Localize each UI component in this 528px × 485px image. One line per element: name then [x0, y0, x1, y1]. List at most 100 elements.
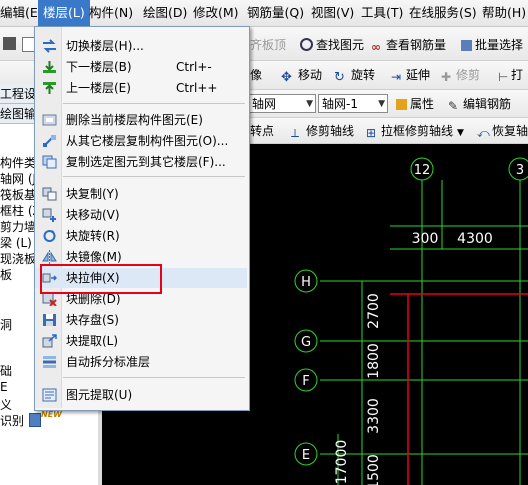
block-move-icon — [42, 208, 56, 222]
axis-label-g: G — [301, 335, 311, 350]
menu-item-copy-from-floor[interactable]: 从其它楼层复制构件图元(O)... — [35, 131, 247, 151]
floor-menu-dropdown: 切换楼层(H)... 下一楼层(B) Ctrl+- 上一楼层(E) Ctrl++… — [34, 26, 250, 411]
move-icon: ✥ — [281, 70, 292, 85]
tree-item-custom[interactable]: 义 — [0, 396, 12, 413]
delete-floor-elements-icon — [42, 114, 57, 126]
restore-axis-button[interactable]: ⤺ 恢复轴 — [477, 121, 528, 141]
tree-item-slab[interactable]: 板 — [0, 266, 12, 283]
chevron-down-icon: ▼ — [378, 99, 385, 109]
snap-point-button[interactable]: 转点 — [250, 121, 274, 141]
menu-component[interactable]: 构件(N) — [89, 0, 133, 26]
menu-item-copy-to-floor[interactable]: 复制选定图元到其它楼层(F)... — [35, 152, 247, 172]
menu-rebar-quantity[interactable]: 钢筋量(Q) — [247, 0, 304, 26]
trim-icon: ✚ — [441, 70, 452, 84]
axis-label-f: F — [302, 374, 309, 389]
find-element-button[interactable]: 查找图元 — [300, 35, 364, 55]
tree-item-foundation[interactable]: 础 — [0, 362, 12, 379]
edit-rebar-button[interactable]: ✎ 编辑钢筋 — [448, 94, 511, 114]
highlight-box — [40, 264, 162, 294]
menu-floor[interactable]: 楼层(L) — [38, 0, 90, 26]
tree-item-shear-wall[interactable]: 剪力墙 — [0, 218, 36, 235]
tree-item-e[interactable]: E — [0, 380, 8, 394]
box-trim-axis-button[interactable]: ⊞ 拉框修剪轴线 ▼ — [366, 121, 464, 141]
view-rebar-quantity-button[interactable]: ∞ 查看钢筋量 — [371, 35, 446, 55]
menu-separator — [63, 103, 245, 104]
block-delete-icon — [42, 292, 57, 306]
switch-floor-icon — [43, 39, 56, 53]
axis-label-3: 3 — [516, 163, 524, 178]
menu-bar: 编辑(E) 楼层(L) 构件(N) 绘图(D) 修改(M) 钢筋量(Q) 视图(… — [0, 0, 528, 27]
restore-icon: ⤺ — [477, 126, 490, 140]
binoculars-icon — [300, 38, 313, 51]
align-slab-top-button[interactable]: 齐板顶 — [250, 35, 286, 55]
stop-icon[interactable] — [3, 37, 16, 50]
tree-item-recognize[interactable]: 识别 — [0, 412, 24, 429]
trim-axis-icon: ⟂ — [291, 126, 300, 140]
dim-label-17000: 17000 — [334, 440, 350, 485]
menu-item-block-extract[interactable]: 块提取(L) — [35, 331, 247, 351]
extend-icon: ⇥ — [391, 70, 402, 84]
component-name-select[interactable]: 轴网-1 ▼ — [318, 94, 388, 113]
properties-button[interactable]: 属性 — [396, 94, 434, 114]
trim-axis-button[interactable]: ⟂ 修剪轴线 — [291, 121, 354, 141]
menu-draw[interactable]: 绘图(D) — [143, 0, 187, 26]
dim-label-300: 300 — [412, 231, 439, 247]
copy-from-floor-icon — [43, 135, 56, 147]
next-floor-icon — [43, 61, 56, 73]
move-button[interactable]: ✥ 移动 — [281, 65, 322, 85]
menu-online-service[interactable]: 在线服务(S) — [409, 0, 477, 26]
dim-label-3300: 3300 — [366, 398, 382, 434]
recognize-icon — [29, 413, 41, 427]
previous-floor-icon — [43, 82, 56, 94]
axis-label-e: E — [302, 448, 310, 463]
menu-item-next-floor[interactable]: 下一楼层(B) Ctrl+- — [35, 57, 247, 77]
menu-help[interactable]: 帮助(H) — [482, 0, 526, 26]
chevron-down-icon: ▼ — [306, 99, 313, 109]
tree-item-cast-slab[interactable]: 现浇板 — [0, 250, 36, 267]
menu-item-switch-floor[interactable]: 切换楼层(H)... — [35, 36, 247, 56]
dim-label-4300: 4300 — [457, 231, 493, 247]
component-type-select[interactable]: 轴网 ▼ — [248, 94, 316, 113]
batch-select-button[interactable]: 批量选择 — [461, 35, 523, 55]
pencil-icon: ✎ — [448, 99, 459, 113]
copy-to-floor-icon — [42, 155, 57, 169]
box-trim-icon: ⊞ — [366, 126, 377, 140]
dim-label-1500: 1500 — [366, 454, 382, 485]
tree-item-opening[interactable]: 洞 — [0, 316, 12, 333]
batch-select-icon — [461, 40, 472, 51]
properties-icon — [396, 99, 407, 110]
trim-button[interactable]: ✚ 修剪 — [441, 65, 480, 85]
menu-separator — [63, 377, 245, 378]
auto-split-icon — [43, 356, 56, 368]
menu-item-delete-floor-elements[interactable]: 删除当前楼层构件图元(E) — [35, 110, 247, 130]
block-mirror-icon — [42, 250, 57, 264]
tree-item-beam[interactable]: 梁 (L) — [0, 234, 32, 251]
dim-label-2700: 2700 — [366, 293, 382, 329]
block-save-icon — [43, 314, 56, 326]
rotate-icon: ↻ — [334, 70, 345, 85]
mirror-button[interactable]: 像 — [250, 65, 262, 85]
block-rotate-icon — [43, 230, 56, 242]
chevron-down-icon: ▼ — [457, 128, 464, 138]
menu-separator — [63, 176, 245, 177]
tree-item-component-types[interactable]: 构件类 — [0, 154, 36, 171]
menu-view[interactable]: 视图(V) — [311, 0, 354, 26]
menu-item-block-move[interactable]: 块移动(V) — [35, 205, 247, 225]
element-extract-icon — [42, 388, 57, 402]
menu-item-auto-split[interactable]: 自动拆分标准层 — [35, 352, 247, 372]
menu-item-block-rotate[interactable]: 块旋转(R) — [35, 226, 247, 246]
menu-item-previous-floor[interactable]: 上一楼层(E) Ctrl++ — [35, 78, 247, 98]
rotate-button[interactable]: ↻ 旋转 — [334, 65, 375, 85]
menu-modify[interactable]: 修改(M) — [193, 0, 239, 26]
menu-item-block-copy[interactable]: 块复制(Y) — [35, 184, 247, 204]
menu-edit[interactable]: 编辑(E) — [0, 0, 43, 26]
menu-tools[interactable]: 工具(T) — [361, 0, 403, 26]
block-copy-icon — [42, 187, 57, 201]
break-button[interactable]: ⊢ 打 — [498, 65, 523, 85]
rebar-icon: ∞ — [371, 40, 381, 54]
break-icon: ⊢ — [498, 70, 509, 84]
menu-item-block-save[interactable]: 块存盘(S) — [35, 310, 247, 330]
menu-item-element-extract[interactable]: 图元提取(U) — [35, 385, 247, 405]
extend-button[interactable]: ⇥ 延伸 — [391, 65, 430, 85]
dim-label-1800: 1800 — [366, 343, 382, 379]
